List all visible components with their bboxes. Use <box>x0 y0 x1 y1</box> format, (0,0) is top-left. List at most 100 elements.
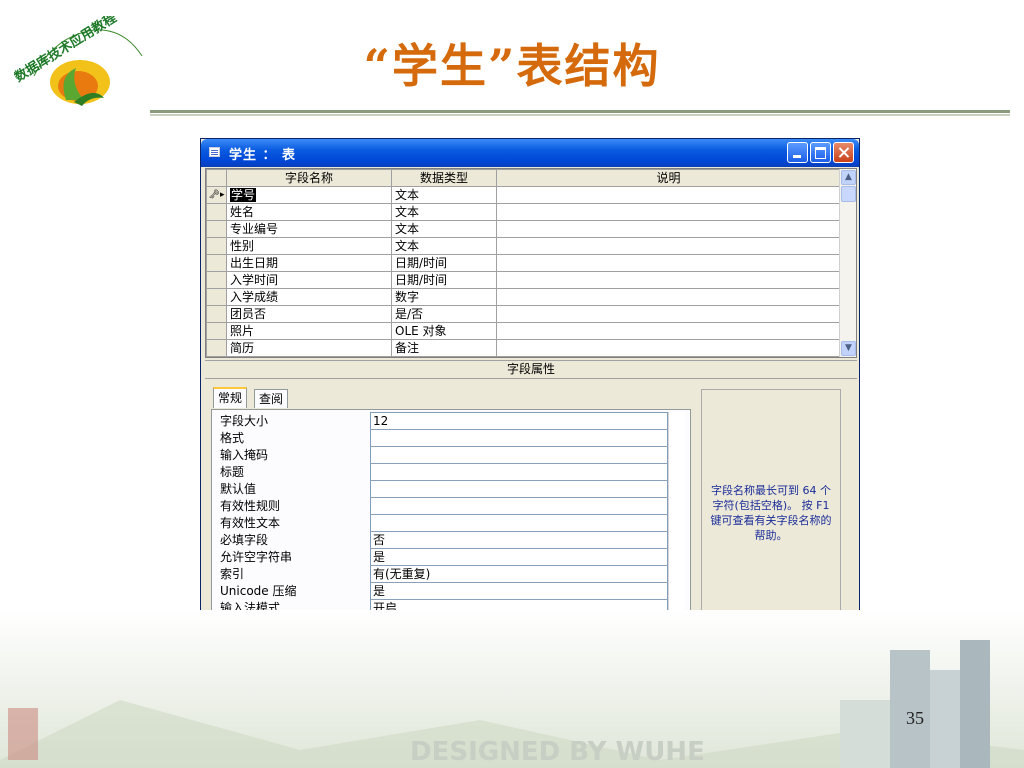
property-value-field[interactable]: 是 <box>370 582 668 600</box>
scroll-thumb[interactable] <box>841 186 856 202</box>
empty-field-row[interactable] <box>206 356 841 357</box>
field-name-cell[interactable]: 入学时间 <box>226 271 392 289</box>
field-row[interactable]: 出生日期 日期/时间 <box>206 254 841 272</box>
description-cell[interactable] <box>496 288 841 306</box>
data-type-cell[interactable]: 文本 <box>391 237 497 255</box>
property-value-field[interactable] <box>370 514 668 532</box>
description-cell[interactable] <box>496 322 841 340</box>
description-cell[interactable] <box>496 305 841 323</box>
field-name-text: 姓名 <box>230 204 255 219</box>
description-cell[interactable] <box>496 203 841 221</box>
field-name-cell[interactable]: 姓名 <box>226 203 392 221</box>
field-name-cell[interactable]: 简历 <box>226 339 392 357</box>
property-value-field[interactable]: 否 <box>370 531 668 549</box>
row-selector[interactable] <box>206 339 227 357</box>
column-header-data-type[interactable]: 数据类型 <box>391 169 497 187</box>
data-type-cell[interactable]: 文本 <box>391 220 497 238</box>
field-name-text: 出生日期 <box>230 255 279 270</box>
property-value-field[interactable]: 是 <box>370 548 668 566</box>
column-header-description[interactable]: 说明 <box>496 169 841 187</box>
property-value-field[interactable]: 12 <box>370 412 668 430</box>
field-row[interactable]: 🗝▸ 学号 文本 <box>206 186 841 204</box>
row-selector[interactable] <box>206 203 227 221</box>
field-name-text: 简历 <box>230 340 255 355</box>
description-cell[interactable] <box>496 186 841 204</box>
field-row[interactable]: 性别 文本 <box>206 237 841 255</box>
empty-cell[interactable] <box>206 356 227 357</box>
property-value-field[interactable]: 有(无重复) <box>370 565 668 583</box>
tab-lookup[interactable]: 查阅 <box>254 389 289 408</box>
field-name-cell[interactable]: 入学成绩 <box>226 288 392 306</box>
description-cell[interactable] <box>496 271 841 289</box>
maximize-button[interactable] <box>810 142 831 163</box>
primary-key-current-row-icon[interactable]: 🗝▸ <box>206 186 227 204</box>
field-name-cell[interactable]: 性别 <box>226 237 392 255</box>
data-type-cell[interactable]: 文本 <box>391 203 497 221</box>
field-name-text: 性别 <box>230 238 255 253</box>
property-row: 允许空字符串 是 <box>218 548 668 566</box>
property-value-field[interactable] <box>370 497 668 515</box>
property-label: 输入掩码 <box>220 447 269 462</box>
property-value-field[interactable] <box>370 463 668 481</box>
row-selector[interactable] <box>206 305 227 323</box>
field-row[interactable]: 姓名 文本 <box>206 203 841 221</box>
property-value-field[interactable] <box>370 446 668 464</box>
empty-cell[interactable] <box>226 356 392 357</box>
table-design-window: 学生 ： 表 字段名称 数据类型 说明 🗝▸ 学号 文本 姓名 文本 专业编号 文本 性别 文本… <box>200 138 860 666</box>
empty-cell[interactable] <box>496 356 841 357</box>
field-properties-header: 字段属性 <box>205 360 857 379</box>
row-selector[interactable] <box>206 220 227 238</box>
data-type-cell[interactable]: 日期/时间 <box>391 271 497 289</box>
property-label: Unicode 压缩 <box>220 583 297 598</box>
column-header-field-name[interactable]: 字段名称 <box>226 169 392 187</box>
minimize-button[interactable] <box>787 142 808 163</box>
property-row: 必填字段 否 <box>218 531 668 549</box>
field-row[interactable]: 团员否 是/否 <box>206 305 841 323</box>
scroll-up-arrow-icon[interactable]: ▲ <box>841 170 856 185</box>
field-row[interactable]: 专业编号 文本 <box>206 220 841 238</box>
property-label: 有效性规则 <box>220 498 281 513</box>
description-cell[interactable] <box>496 339 841 357</box>
close-button[interactable] <box>833 142 854 163</box>
field-name-text: 入学成绩 <box>230 289 279 304</box>
grid-scrollbar[interactable]: ▲ ▼ <box>839 169 856 357</box>
property-label: 索引 <box>220 566 245 581</box>
field-row[interactable]: 简历 备注 <box>206 339 841 357</box>
row-selector[interactable] <box>206 288 227 306</box>
window-title: 学生 ： 表 <box>229 148 297 163</box>
data-type-cell[interactable]: 数字 <box>391 288 497 306</box>
scroll-down-arrow-icon[interactable]: ▼ <box>841 341 856 356</box>
field-name-cell[interactable]: 照片 <box>226 322 392 340</box>
row-selector[interactable] <box>206 237 227 255</box>
field-name-text: 专业编号 <box>230 221 279 236</box>
grid-header-row: 字段名称 数据类型 说明 <box>206 169 841 187</box>
property-label: 格式 <box>220 430 245 445</box>
window-titlebar[interactable]: 学生 ： 表 <box>201 139 859 167</box>
property-label: 允许空字符串 <box>220 549 293 564</box>
tab-general[interactable]: 常规 <box>213 387 248 408</box>
data-type-cell[interactable]: 文本 <box>391 186 497 204</box>
property-row: 格式 <box>218 429 668 447</box>
data-type-cell[interactable]: 是/否 <box>391 305 497 323</box>
property-value-field[interactable] <box>370 480 668 498</box>
description-cell[interactable] <box>496 254 841 272</box>
field-name-cell[interactable]: 学号 <box>226 186 392 204</box>
field-name-cell[interactable]: 出生日期 <box>226 254 392 272</box>
help-text: 字段名称最长可到 64 个字符(包括空格)。 按 F1 键可查看有关字段名称的帮… <box>710 484 832 542</box>
description-cell[interactable] <box>496 220 841 238</box>
data-type-cell[interactable]: 日期/时间 <box>391 254 497 272</box>
description-cell[interactable] <box>496 237 841 255</box>
field-row[interactable]: 照片 OLE 对象 <box>206 322 841 340</box>
field-name-cell[interactable]: 专业编号 <box>226 220 392 238</box>
field-row[interactable]: 入学时间 日期/时间 <box>206 271 841 289</box>
row-selector[interactable] <box>206 271 227 289</box>
field-name-cell[interactable]: 团员否 <box>226 305 392 323</box>
data-type-cell[interactable]: 备注 <box>391 339 497 357</box>
row-selector[interactable] <box>206 322 227 340</box>
row-selector[interactable] <box>206 254 227 272</box>
property-row: Unicode 压缩 是 <box>218 582 668 600</box>
field-row[interactable]: 入学成绩 数字 <box>206 288 841 306</box>
data-type-cell[interactable]: OLE 对象 <box>391 322 497 340</box>
property-value-field[interactable] <box>370 429 668 447</box>
empty-cell[interactable] <box>391 356 497 357</box>
